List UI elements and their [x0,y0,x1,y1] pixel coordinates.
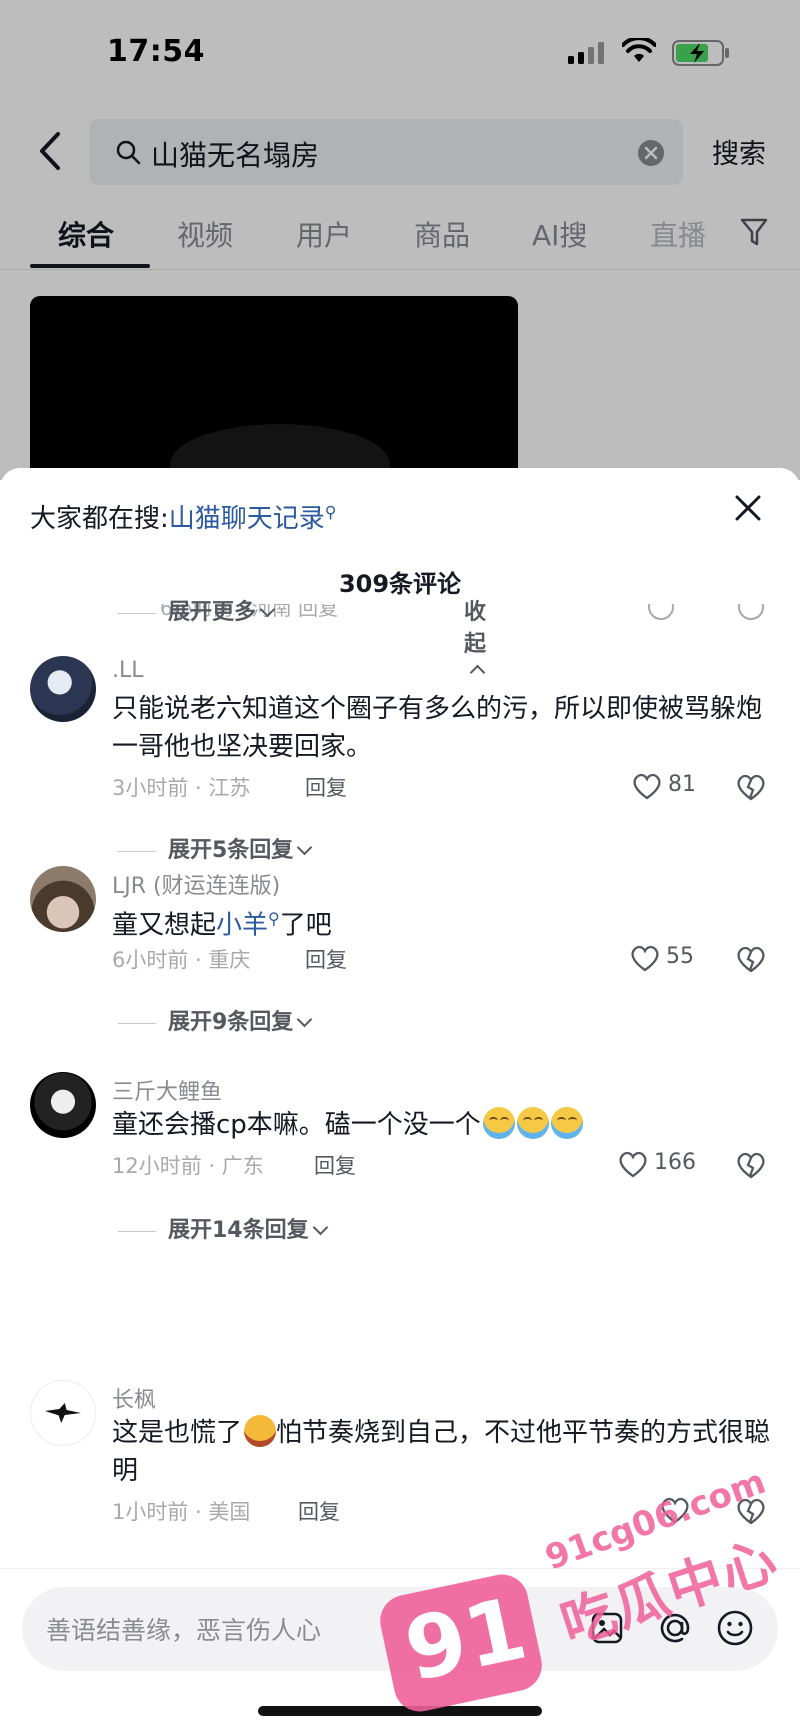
heart-icon [633,773,661,800]
hot-search-keyword[interactable]: 山猫聊天记录 [169,504,325,534]
like-button[interactable]: 166 [618,1148,714,1182]
collapse-label: 收起 [464,600,487,657]
expand-replies-row: 展开5条回复 [118,832,313,866]
comment-text-body: 童还会播cp本嘛。磕一个没一个 [112,1110,481,1140]
reply-button[interactable]: 回复 [305,944,347,974]
dislike-icon[interactable] [736,1150,766,1180]
chevron-down-icon [259,601,276,618]
comment-username[interactable]: .LL [112,658,144,683]
divider [118,850,156,852]
comment-text-before: 这是也慌了 [112,1418,243,1448]
avatar[interactable] [30,1072,96,1138]
like-button[interactable]: 55 [630,942,726,976]
expand-replies-row: 展开更多 收起 [118,594,486,681]
close-icon[interactable] [732,492,764,524]
like-count: 166 [654,1150,696,1175]
comment-text-after: 了吧 [279,910,332,941]
crying-face-icon [550,1107,583,1139]
comment-meta: 3小时前 · 江苏 [112,776,251,800]
like-count: 81 [668,772,696,797]
comment-text-before: 童又想起 [112,910,217,941]
dim-overlay[interactable] [0,0,800,480]
laughing-face-icon [244,1415,277,1447]
hot-search-prefix: 大家都在搜: [30,504,169,534]
like-button[interactable]: 81 [632,770,728,804]
dislike-icon[interactable] [736,944,766,974]
comment-username[interactable]: 长枫 [112,1382,156,1414]
comment-meta: 6小时前 · 重庆 [112,948,251,972]
comment-username[interactable]: LJR (财运连连版) [112,868,280,900]
crying-face-icon [482,1107,515,1139]
expand-more-button[interactable]: 展开更多 [168,600,256,625]
home-indicator [258,1706,542,1716]
divider [118,1022,156,1024]
expand-replies-row: 展开14条回复 [118,1212,328,1246]
chevron-up-icon [469,664,486,681]
comment-meta: 12小时前 · 广东 [112,1154,264,1178]
expand-replies-button[interactable]: 展开5条回复 [168,838,293,863]
emoji-icon[interactable] [716,1609,754,1647]
hot-search-bar: 大家都在搜:山猫聊天记录⚲ [30,498,337,535]
dislike-icon[interactable] [738,604,764,620]
chevron-down-icon [312,1219,328,1236]
reply-button[interactable]: 回复 [305,772,347,802]
avatar[interactable] [30,656,96,722]
like-count: 55 [666,944,694,969]
dislike-icon[interactable] [736,772,766,802]
heart-icon[interactable] [648,604,674,620]
reply-button[interactable]: 回复 [298,1496,340,1526]
chevron-down-icon [297,839,313,856]
input-placeholder: 善语结善缘，恶言伤人心 [46,1616,322,1645]
chevron-down-icon [297,1011,313,1028]
expand-replies-button[interactable]: 展开9条回复 [168,1010,293,1035]
heart-icon [631,945,659,972]
search-hint-icon: ⚲ [268,909,280,928]
reply-button[interactable]: 回复 [314,1150,356,1180]
comment-text: 这是也慌了 怕节奏烧到自己，不过他平节奏的方式很聪明 [112,1414,772,1490]
collapse-button[interactable]: 收起 [464,594,486,683]
search-hint-icon: ⚲ [324,502,337,522]
divider [118,1230,156,1232]
crying-face-icon [516,1107,549,1139]
comment-text: 童还会播cp本嘛。磕一个没一个 [112,1106,772,1144]
comment-username[interactable]: 三斤大鲤鱼 [112,1074,222,1106]
divider [118,612,156,614]
bird-icon [45,1403,81,1423]
avatar[interactable] [30,866,96,932]
comment-search-link[interactable]: 小羊 [216,911,268,941]
heart-icon [619,1151,647,1178]
comment-text: 童又想起小羊⚲了吧 [112,900,772,945]
comment-meta: 1小时前 · 美国 [112,1500,251,1524]
expand-replies-button[interactable]: 展开14条回复 [168,1218,309,1243]
expand-replies-row: 展开9条回复 [118,1004,313,1038]
avatar[interactable] [30,1380,96,1446]
comment-text: 只能说老六知道这个圈子有多么的污，所以即使被骂躲炮一哥他也坚决要回家。 [112,694,763,762]
